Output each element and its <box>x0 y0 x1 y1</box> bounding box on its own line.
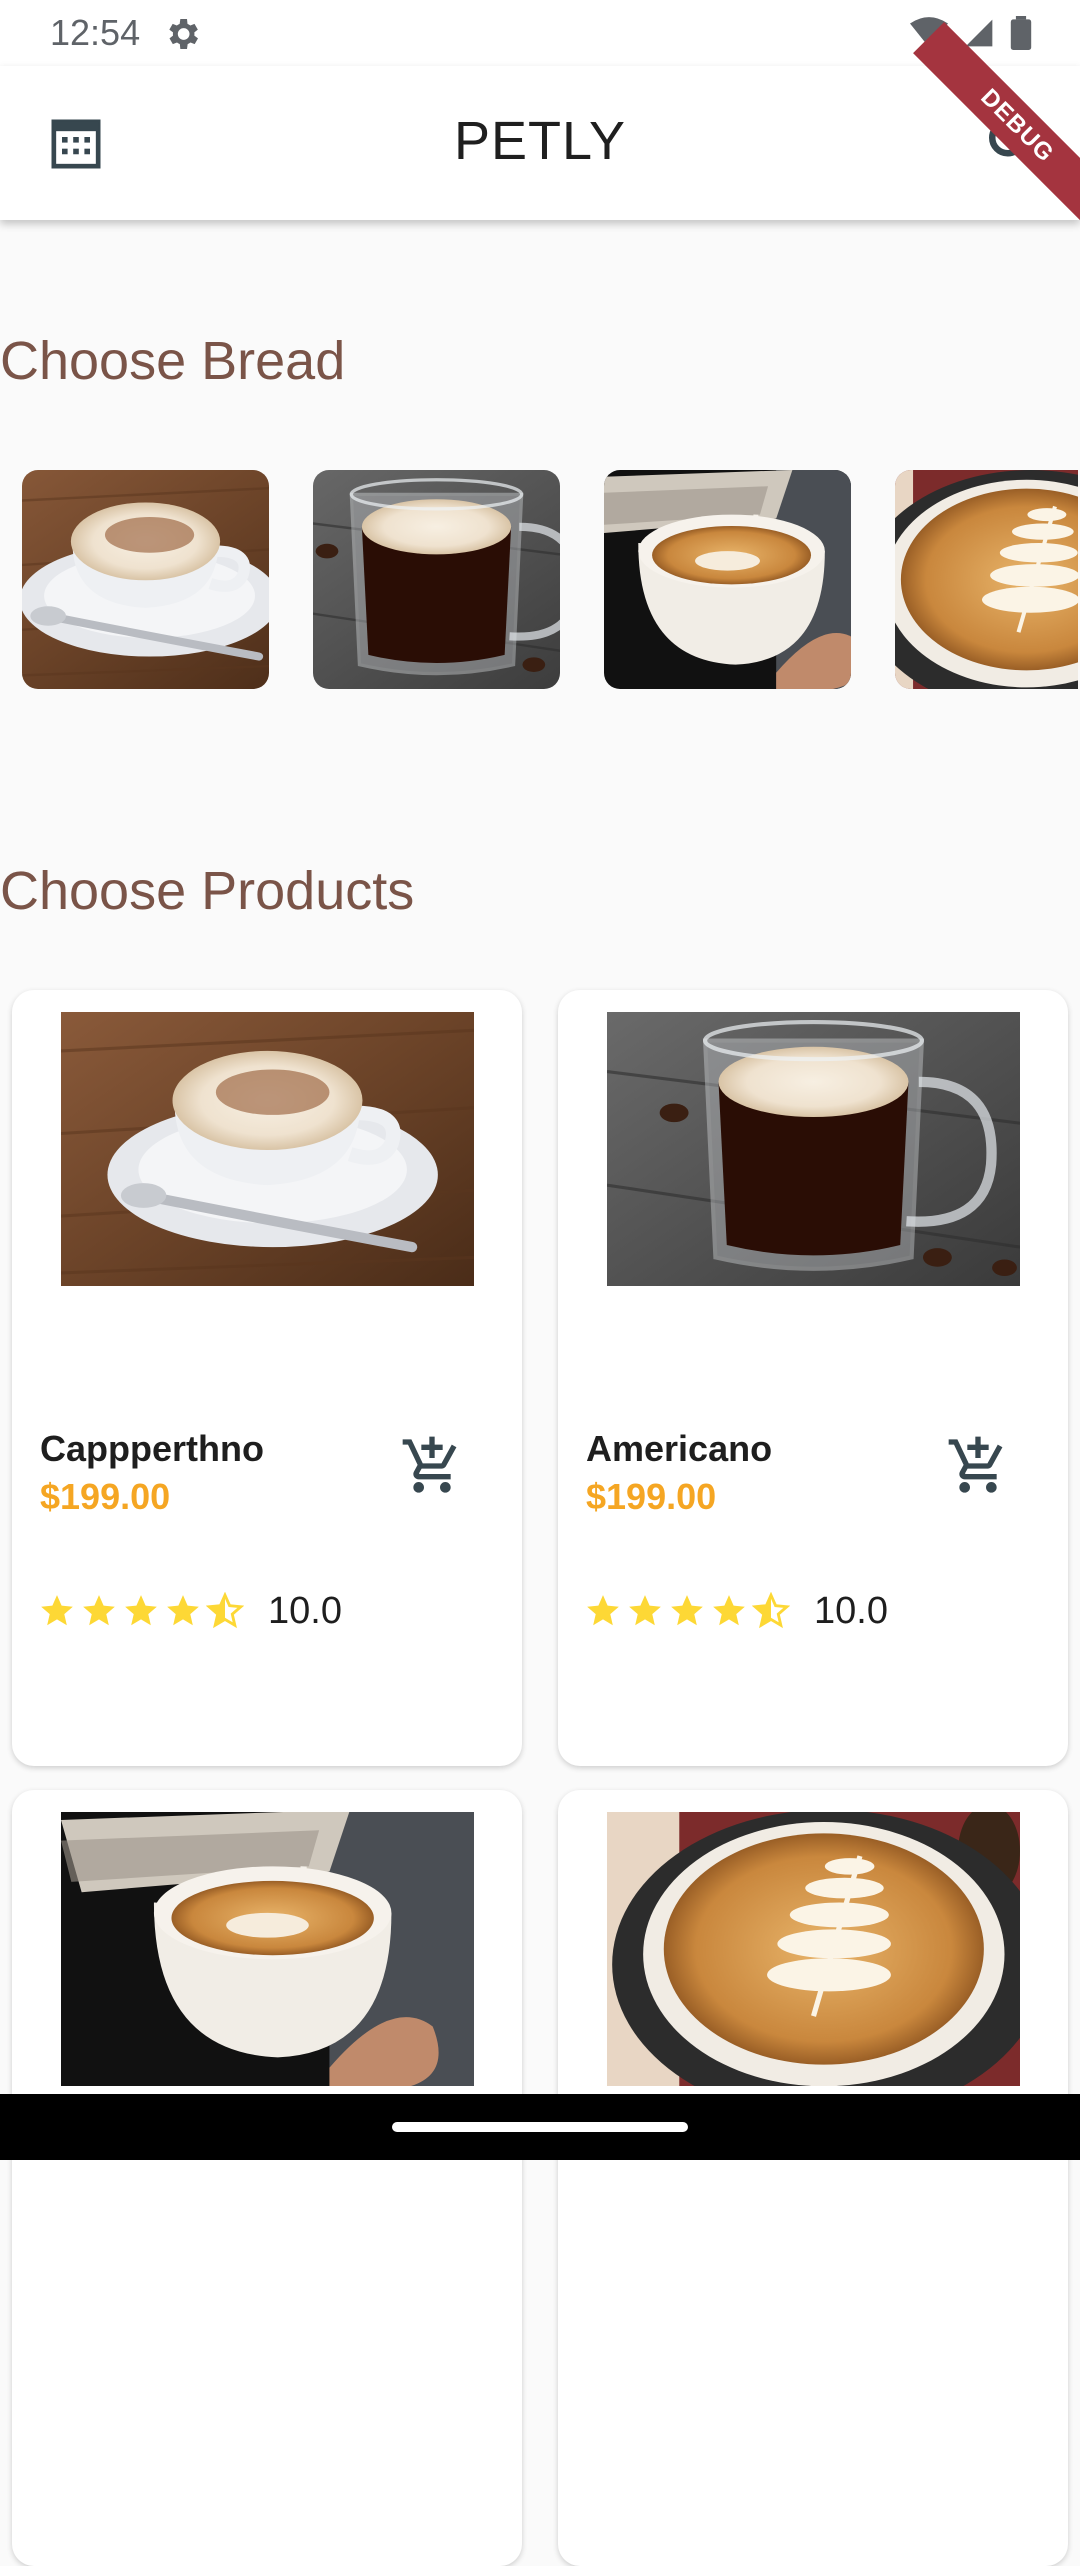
coffee-image <box>22 470 269 689</box>
star-rating <box>584 1592 790 1630</box>
star-icon <box>164 1592 202 1630</box>
star-icon <box>80 1592 118 1630</box>
rating-value: 10.0 <box>268 1590 342 1632</box>
product-name: Cappperthno <box>40 1428 264 1469</box>
add-to-cart-icon[interactable] <box>946 1434 1010 1498</box>
product-card[interactable]: Cappperthno $199.00 10.0 <box>12 990 522 1766</box>
bread-carousel[interactable] <box>22 470 1078 689</box>
home-gesture-handle[interactable] <box>392 2122 688 2132</box>
star-icon <box>38 1592 76 1630</box>
star-rating <box>38 1592 244 1630</box>
bread-item[interactable] <box>895 470 1078 689</box>
star-half-icon <box>206 1592 244 1630</box>
products-section-title: Choose Products <box>0 861 415 921</box>
bread-item[interactable] <box>22 470 269 689</box>
add-to-cart-icon[interactable] <box>400 1434 464 1498</box>
star-icon <box>122 1592 160 1630</box>
star-icon <box>668 1592 706 1630</box>
product-name: Americano <box>586 1428 773 1469</box>
status-time: 12:54 <box>50 12 141 53</box>
product-card[interactable] <box>558 1790 1068 2566</box>
bread-item[interactable] <box>604 470 851 689</box>
battery-icon <box>1010 16 1032 50</box>
coffee-image <box>604 470 851 689</box>
product-image <box>607 1012 1020 1286</box>
app-bar: PETLY DEBUG <box>0 22 1080 230</box>
product-card[interactable]: Americano $199.00 10.0 <box>558 990 1068 1766</box>
star-icon <box>584 1592 622 1630</box>
product-image <box>61 1812 474 2086</box>
coffee-image <box>895 470 1078 689</box>
product-image <box>607 1812 1020 2086</box>
product-price: $199.00 <box>586 1476 717 1517</box>
star-icon <box>710 1592 748 1630</box>
product-price: $199.00 <box>40 1476 171 1517</box>
star-icon <box>626 1592 664 1630</box>
product-card[interactable] <box>12 1790 522 2566</box>
app-title: PETLY <box>453 111 627 171</box>
system-navigation-bar <box>0 2094 1080 2160</box>
rating-value: 10.0 <box>814 1590 888 1632</box>
star-half-icon <box>752 1592 790 1630</box>
settings-gear-icon <box>169 19 198 49</box>
bread-section-title: Choose Bread <box>0 331 346 391</box>
product-image <box>61 1012 474 1286</box>
bread-item[interactable] <box>313 470 560 689</box>
coffee-image <box>313 470 560 689</box>
